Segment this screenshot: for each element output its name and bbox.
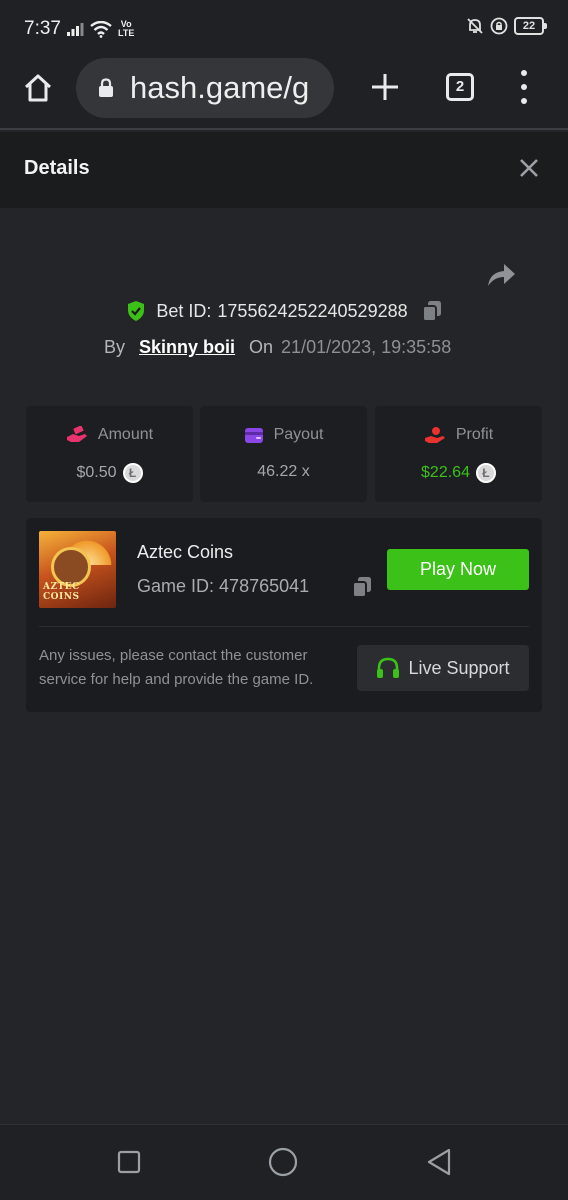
copy-icon[interactable] — [352, 576, 372, 598]
close-icon[interactable] — [518, 157, 540, 179]
profit-value: $22.64 — [421, 464, 470, 481]
signal-icon — [67, 23, 84, 36]
profit-card: Profit $22.64 Ł — [375, 406, 542, 502]
play-now-button[interactable]: Play Now — [387, 549, 529, 590]
amount-header: Amount — [26, 426, 193, 444]
verified-shield-icon — [128, 301, 145, 321]
support-hint: Any issues, please contact the customer … — [39, 647, 314, 688]
bet-id-label: Bet ID: — [156, 300, 212, 321]
volte-bottom: LTE — [118, 28, 135, 38]
battery-icon: 22 — [514, 17, 547, 35]
thumbnail-face — [51, 547, 91, 587]
status-bar: 7:37 Vo LTE 22 — [0, 0, 568, 58]
status-left-icons: Vo LTE — [66, 18, 134, 40]
bet-date: 21/01/2023, 19:35:58 — [281, 337, 452, 357]
recents-square-icon[interactable] — [114, 1147, 144, 1177]
amount-value: $0.50 — [76, 464, 117, 481]
game-id-label: Game ID: — [137, 576, 215, 596]
menu-button[interactable] — [518, 70, 530, 104]
share-icon[interactable] — [486, 262, 516, 288]
payout-value-row: 46.22 x — [200, 463, 367, 481]
wifi-icon — [90, 20, 112, 38]
new-tab-button[interactable] — [368, 70, 402, 104]
rotation-lock-icon — [490, 17, 508, 35]
status-time: 7:37 — [24, 18, 61, 39]
profit-label: Profit — [455, 426, 494, 443]
litecoin-icon: Ł — [122, 463, 143, 483]
browser-toolbar: hash.game/g 2 — [0, 58, 568, 130]
home-circle-icon[interactable] — [268, 1147, 298, 1177]
back-triangle-icon[interactable] — [424, 1147, 454, 1177]
system-nav-bar — [0, 1124, 568, 1200]
bet-id-value: 1755624252240529288 — [217, 300, 408, 321]
game-name: Aztec Coins — [137, 542, 234, 562]
url-text: hash.game/g — [130, 70, 310, 105]
amount-label: Amount — [97, 426, 154, 443]
details-header: Details — [0, 132, 568, 208]
bet-id-row: Bet ID: 1755624252240529288 — [0, 300, 568, 322]
by-label: By — [104, 337, 126, 357]
username-link[interactable]: Skinny boii — [139, 337, 235, 358]
wallet-icon — [244, 428, 263, 443]
home-icon — [24, 74, 52, 102]
game-card: AZTEC COINS Aztec Coins Game ID: 4787650… — [26, 518, 542, 712]
game-id-row: Game ID: 478765041 — [137, 576, 309, 597]
on-label: On — [249, 337, 274, 357]
profit-header: Profit — [375, 426, 542, 444]
mute-icon — [467, 18, 483, 34]
live-support-label: Live Support — [408, 657, 510, 678]
live-support-button[interactable]: Live Support — [357, 645, 529, 691]
amount-card: Amount $0.50 Ł — [26, 406, 193, 502]
litecoin-icon: Ł — [475, 463, 496, 483]
game-thumbnail[interactable]: AZTEC COINS — [39, 531, 116, 608]
page-title: Details — [24, 157, 90, 179]
payout-card: Payout 46.22 x — [200, 406, 367, 502]
amount-value-row: $0.50 Ł — [26, 463, 193, 483]
tab-switcher-button[interactable]: 2 — [446, 73, 474, 101]
status-right-icons: 22 — [466, 17, 547, 35]
menu-dot-icon — [521, 70, 527, 76]
thumbnail-logo-text: AZTEC COINS — [43, 582, 80, 602]
headset-icon — [377, 657, 400, 678]
payout-label: Payout — [273, 426, 324, 443]
payout-header: Payout — [200, 426, 367, 444]
bet-meta-row: By Skinny boii On 21/01/2023, 19:35:58 — [104, 337, 451, 358]
lock-icon — [99, 78, 113, 97]
profit-value-row: $22.64 Ł — [375, 463, 542, 483]
payout-value: 46.22 x — [257, 463, 310, 480]
volte-indicator: Vo LTE — [118, 20, 134, 38]
menu-dot-icon — [521, 98, 527, 104]
url-bar[interactable]: hash.game/g — [76, 58, 334, 118]
game-id-value: 478765041 — [219, 576, 310, 596]
menu-dot-icon — [521, 84, 527, 90]
divider — [39, 626, 529, 627]
copy-icon[interactable] — [421, 300, 442, 322]
profit-hand-icon — [424, 427, 445, 443]
home-button[interactable] — [18, 68, 58, 108]
hand-money-icon — [66, 426, 87, 442]
